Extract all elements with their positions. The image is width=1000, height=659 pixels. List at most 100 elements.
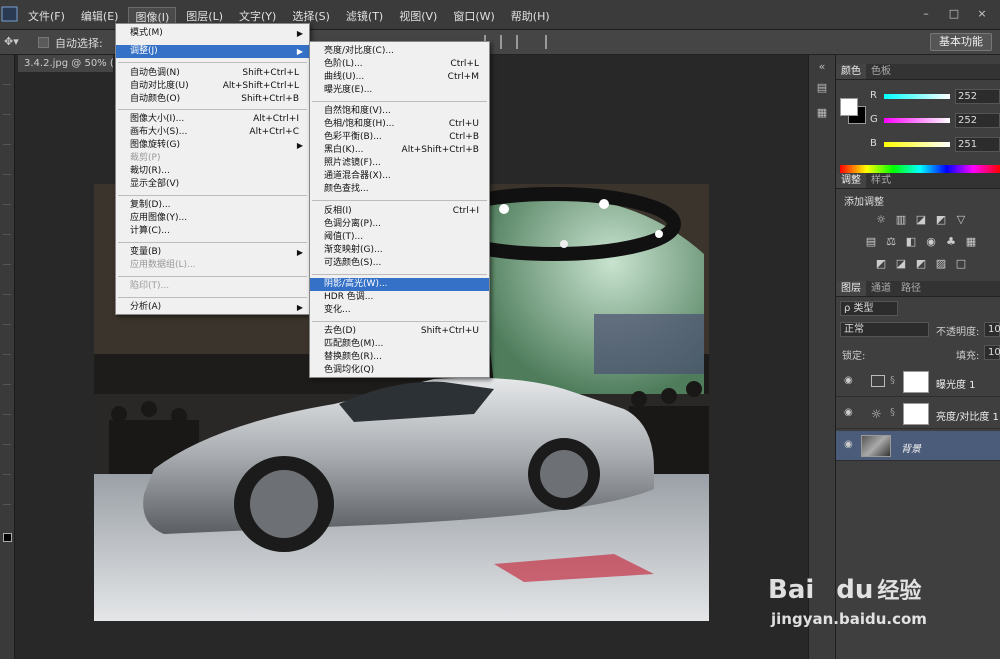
menu-item-auto-contrast[interactable]: 自动对比度(U) Alt+Shift+Ctrl+L — [116, 80, 309, 93]
menu-item-variables[interactable]: 变量(B) ▶ — [116, 246, 309, 259]
menu-item-levels[interactable]: 色阶(L)... Ctrl+L — [310, 58, 489, 71]
menu-window[interactable]: 窗口(W) — [447, 7, 500, 27]
tool-slot[interactable] — [3, 285, 11, 295]
menu-item-hdr-toning[interactable]: HDR 色调... — [310, 291, 489, 304]
levels-icon[interactable]: ▥ — [894, 213, 908, 226]
balance-icon[interactable]: ⚖ — [884, 235, 898, 248]
menu-help[interactable]: 帮助(H) — [505, 7, 556, 27]
tool-slot[interactable] — [3, 375, 11, 385]
tool-slot[interactable] — [3, 315, 11, 325]
menu-item-calculations[interactable]: 计算(C)... — [116, 225, 309, 238]
tool-slot[interactable] — [3, 165, 11, 175]
exposure-icon[interactable]: ◩ — [934, 213, 948, 226]
menu-item-channel-mixer[interactable]: 通道混合器(X)... — [310, 170, 489, 183]
menu-item-image-size[interactable]: 图像大小(I)... Alt+Ctrl+I — [116, 113, 309, 126]
close-button[interactable]: × — [972, 6, 992, 22]
layer-row[interactable]: ◉ 背景 — [836, 431, 1000, 461]
channel-b-slider[interactable] — [884, 142, 950, 147]
move-tool-icon[interactable]: ✥▾ — [4, 35, 30, 49]
workspace-button[interactable]: 基本功能 — [930, 33, 992, 51]
layer-name[interactable]: 背景 — [901, 440, 921, 455]
curves-icon[interactable]: ◪ — [914, 213, 928, 226]
posterize-icon[interactable]: ◪ — [894, 257, 908, 270]
menu-item-analysis[interactable]: 分析(A) ▶ — [116, 301, 309, 314]
menu-item-shadows-highlights[interactable]: 阴影/高光(W)... — [310, 278, 489, 291]
opacity-input[interactable]: 100 — [984, 322, 1000, 337]
menu-item-match-color[interactable]: 匹配颜色(M)... — [310, 338, 489, 351]
align-right-icon[interactable] — [516, 35, 528, 49]
menu-item-photo-filter[interactable]: 照片滤镜(F)... — [310, 157, 489, 170]
mixer-icon[interactable]: ♣ — [944, 235, 958, 248]
tool-slot[interactable] — [3, 105, 11, 115]
layer-row[interactable]: ◉ ☼ § 亮度/对比度 1 — [836, 399, 1000, 429]
brightness-icon[interactable]: ☼ — [874, 213, 888, 226]
distribute-icon[interactable] — [545, 35, 557, 49]
layer-name[interactable]: 亮度/对比度 1 — [936, 408, 999, 423]
menu-item-equalize[interactable]: 色调均化(Q) — [310, 364, 489, 377]
menu-item-trim[interactable]: 裁切(R)... — [116, 165, 309, 178]
channel-r-value[interactable]: 252 — [955, 89, 1000, 104]
menu-item-rotate[interactable]: 图像旋转(G) ▶ — [116, 139, 309, 152]
menu-item-adjust[interactable]: 调整(J) ▶ — [116, 45, 309, 58]
channel-b-value[interactable]: 251 — [955, 137, 1000, 152]
threshold-icon[interactable]: ◩ — [914, 257, 928, 270]
menu-item-exposure[interactable]: 曝光度(E)... — [310, 84, 489, 97]
collapse-icon[interactable]: « — [814, 59, 830, 75]
menu-item-brightness-contrast[interactable]: 亮度/对比度(C)... — [310, 45, 489, 58]
menu-item-duplicate[interactable]: 复制(D)... — [116, 199, 309, 212]
eye-icon[interactable]: ◉ — [844, 407, 856, 419]
foreground-color-swatch[interactable] — [3, 533, 12, 542]
tab-layers[interactable]: 图层 — [836, 281, 866, 296]
photoshop-logo-icon[interactable] — [0, 4, 20, 24]
hue-icon[interactable]: ▤ — [864, 235, 878, 248]
menu-item-gradient-map[interactable]: 渐变映射(G)... — [310, 244, 489, 257]
maximize-button[interactable]: □ — [944, 6, 964, 22]
menu-item-color-balance[interactable]: 色彩平衡(B)... Ctrl+B — [310, 131, 489, 144]
menu-item-reveal-all[interactable]: 显示全部(V) — [116, 178, 309, 191]
layer-thumbnail[interactable] — [861, 435, 891, 457]
link-icon[interactable]: § — [890, 375, 895, 386]
align-center-icon[interactable] — [500, 35, 512, 49]
menu-item-auto-tone[interactable]: 自动色调(N) Shift+Ctrl+L — [116, 67, 309, 80]
fill-input[interactable]: 100 — [984, 345, 1000, 360]
menu-item-replace-color[interactable]: 替换颜色(R)... — [310, 351, 489, 364]
tab-color[interactable]: 颜色 — [836, 64, 866, 79]
gradient-map-icon[interactable]: ▨ — [934, 257, 948, 270]
menu-item-black-white[interactable]: 黑白(K)... Alt+Shift+Ctrl+B — [310, 144, 489, 157]
lookup-icon[interactable]: ▦ — [964, 235, 978, 248]
menu-item-canvas-size[interactable]: 画布大小(S)... Alt+Ctrl+C — [116, 126, 309, 139]
menu-item-invert[interactable]: 反相(I) Ctrl+I — [310, 205, 489, 218]
tab-adjustments[interactable]: 调整 — [836, 173, 866, 188]
selective-color-icon[interactable]: □ — [954, 257, 968, 270]
menu-item-selective-color[interactable]: 可选颜色(S)... — [310, 257, 489, 270]
menu-item-curves[interactable]: 曲线(U)... Ctrl+M — [310, 71, 489, 84]
menu-item-color-lookup[interactable]: 颜色查找... — [310, 183, 489, 196]
eye-icon[interactable]: ◉ — [844, 375, 856, 387]
menu-item-auto-color[interactable]: 自动颜色(O) Shift+Ctrl+B — [116, 93, 309, 106]
tab-paths[interactable]: 路径 — [896, 281, 926, 296]
properties-icon[interactable]: ▦ — [814, 105, 830, 121]
menu-item-posterize[interactable]: 色调分离(P)... — [310, 218, 489, 231]
history-icon[interactable]: ▤ — [814, 80, 830, 96]
auto-select-checkbox[interactable] — [38, 37, 49, 48]
menu-item-variations[interactable]: 变化... — [310, 304, 489, 317]
tool-slot[interactable] — [3, 225, 11, 235]
tab-swatches[interactable]: 色板 — [866, 64, 896, 79]
channel-g-value[interactable]: 252 — [955, 113, 1000, 128]
photo-filter-icon[interactable]: ◉ — [924, 235, 938, 248]
foreground-swatch[interactable] — [840, 98, 858, 116]
minimize-button[interactable]: – — [916, 6, 936, 22]
eye-icon[interactable]: ◉ — [844, 439, 856, 451]
tool-slot[interactable] — [3, 495, 11, 505]
tab-channels[interactable]: 通道 — [866, 281, 896, 296]
invert-icon[interactable]: ◩ — [874, 257, 888, 270]
menu-item-desaturate[interactable]: 去色(D) Shift+Ctrl+U — [310, 325, 489, 338]
menu-filter[interactable]: 滤镜(T) — [340, 7, 389, 27]
menu-file[interactable]: 文件(F) — [22, 7, 71, 27]
bw-icon[interactable]: ◧ — [904, 235, 918, 248]
tool-slot[interactable] — [3, 465, 11, 475]
link-icon[interactable]: § — [890, 407, 895, 418]
blend-mode-select[interactable]: 正常 — [840, 322, 929, 337]
tool-slot[interactable] — [3, 435, 11, 445]
tool-slot[interactable] — [3, 75, 11, 85]
